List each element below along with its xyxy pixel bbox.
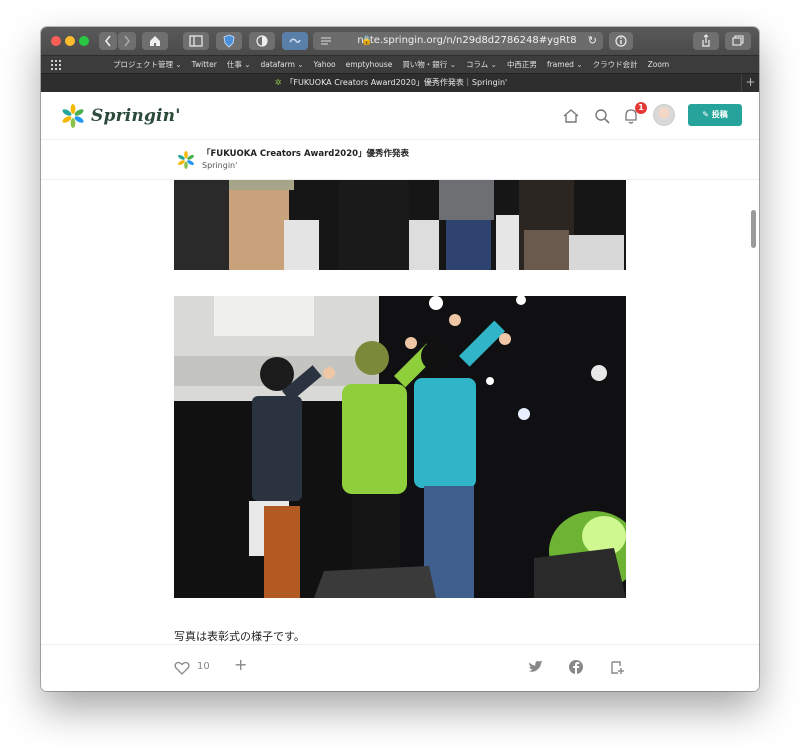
web-page: Springin' 1 ✎ 投稿 「FUKUOKA Creators Award… xyxy=(41,92,759,691)
site-header: Springin' 1 ✎ 投稿 xyxy=(41,92,759,140)
springin-favicon-icon: ✲ xyxy=(274,78,282,87)
share-button[interactable] xyxy=(693,32,719,50)
browser-window: 🔒 note.springin.org/n/n29d8d2786248#ygRt… xyxy=(41,27,759,691)
share-icon xyxy=(702,34,710,47)
forward-button[interactable] xyxy=(118,32,136,50)
url-text: note.springin.org/n/n29d8d2786248#ygRt8 xyxy=(357,35,577,46)
bookmark-item[interactable]: emptyhouse xyxy=(346,56,393,74)
bookmark-item[interactable]: Yahoo xyxy=(314,56,336,74)
zoom-window-button[interactable] xyxy=(79,36,89,46)
chevron-right-icon xyxy=(124,35,131,47)
info-icon xyxy=(615,35,627,47)
like-count: 10 xyxy=(197,661,210,672)
back-button[interactable] xyxy=(99,32,117,50)
half-circle-icon xyxy=(256,35,268,47)
post-button[interactable]: ✎ 投稿 xyxy=(688,104,742,126)
home-icon xyxy=(150,36,160,46)
shield-icon xyxy=(223,34,235,48)
close-window-button[interactable] xyxy=(51,36,61,46)
post-button-label: 投稿 xyxy=(711,110,728,119)
tab-title-text: 「FUKUOKA Creators Award2020」優秀作発表｜Spring… xyxy=(285,78,508,87)
avatar[interactable] xyxy=(653,104,675,126)
notification-badge: 1 xyxy=(635,102,647,114)
award-ceremony-photo xyxy=(174,296,626,598)
minimize-window-button[interactable] xyxy=(65,36,75,46)
bookmark-item[interactable]: 中西正男 xyxy=(507,56,537,74)
sidebar-icon xyxy=(189,35,203,47)
bookmark-item[interactable]: framed ⌄ xyxy=(547,56,583,74)
chevron-left-icon xyxy=(104,35,111,47)
pencil-icon: ✎ xyxy=(702,110,712,119)
reader-icon xyxy=(321,37,331,45)
extension-button[interactable] xyxy=(282,32,308,50)
privacy-extension-button[interactable] xyxy=(216,32,242,50)
bookmark-item[interactable]: クラウド会計 xyxy=(593,56,638,74)
home-button[interactable] xyxy=(142,32,168,50)
reload-icon[interactable]: ↻ xyxy=(588,32,597,50)
bookmark-item[interactable]: 買い物・銀行 ⌄ xyxy=(402,56,456,74)
bookmark-item[interactable]: 仕事 ⌄ xyxy=(227,56,251,74)
active-tab[interactable]: ✲ 「FUKUOKA Creators Award2020」優秀作発表｜Sprin… xyxy=(41,74,741,92)
site-logo[interactable]: Springin' xyxy=(61,104,181,128)
bookmarks-bar: プロジェクト管理 ⌄ Twitter 仕事 ⌄ datafarm ⌄ Yahoo… xyxy=(41,55,759,73)
article-caption: 写真は表彰式の様子です。 xyxy=(174,630,305,643)
tabs-overview-button[interactable] xyxy=(725,32,751,50)
home-icon[interactable] xyxy=(561,106,581,126)
address-bar[interactable]: 🔒 note.springin.org/n/n29d8d2786248#ygRt… xyxy=(313,32,603,50)
bookmark-list: プロジェクト管理 ⌄ Twitter 仕事 ⌄ datafarm ⌄ Yahoo… xyxy=(113,56,679,74)
share-note-icon[interactable] xyxy=(609,659,625,675)
bookmark-item[interactable]: datafarm ⌄ xyxy=(260,56,303,74)
article-photo xyxy=(174,180,626,270)
magazine-logo-icon xyxy=(178,151,194,169)
add-icon[interactable]: + xyxy=(234,655,247,674)
browser-toolbar: 🔒 note.springin.org/n/n29d8d2786248#ygRt… xyxy=(41,27,759,55)
info-button[interactable] xyxy=(609,32,633,50)
bookmark-item[interactable]: Zoom xyxy=(648,56,670,74)
magazine-bar[interactable]: 「FUKUOKA Creators Award2020」優秀作発表 Spring… xyxy=(41,140,759,180)
grid-icon[interactable] xyxy=(51,60,63,70)
lock-icon: 🔒 xyxy=(361,36,373,46)
springin-logo-icon xyxy=(62,104,84,128)
sidebar-toggle-button[interactable] xyxy=(183,32,209,50)
page-scrollbar[interactable] xyxy=(751,210,756,248)
twitter-icon[interactable] xyxy=(528,659,544,675)
magazine-author: Springin' xyxy=(202,161,238,170)
magazine-title: 「FUKUOKA Creators Award2020」優秀作発表 xyxy=(202,149,410,159)
facebook-icon[interactable] xyxy=(568,659,584,675)
heart-icon[interactable] xyxy=(174,660,190,676)
extension-icon xyxy=(289,38,301,44)
contrast-extension-button[interactable] xyxy=(249,32,275,50)
new-tab-button[interactable]: + xyxy=(741,74,759,92)
logo-wordmark: Springin' xyxy=(91,106,181,126)
tabs-icon xyxy=(732,35,744,46)
tab-strip: ✲ 「FUKUOKA Creators Award2020」優秀作発表｜Sprin… xyxy=(41,73,759,92)
bookmark-item[interactable]: コラム ⌄ xyxy=(466,56,497,74)
bookmark-item[interactable]: Twitter xyxy=(192,56,217,74)
search-icon[interactable] xyxy=(592,106,612,126)
article-action-bar: 10 + xyxy=(41,644,759,691)
bookmark-item[interactable]: プロジェクト管理 ⌄ xyxy=(113,56,182,74)
